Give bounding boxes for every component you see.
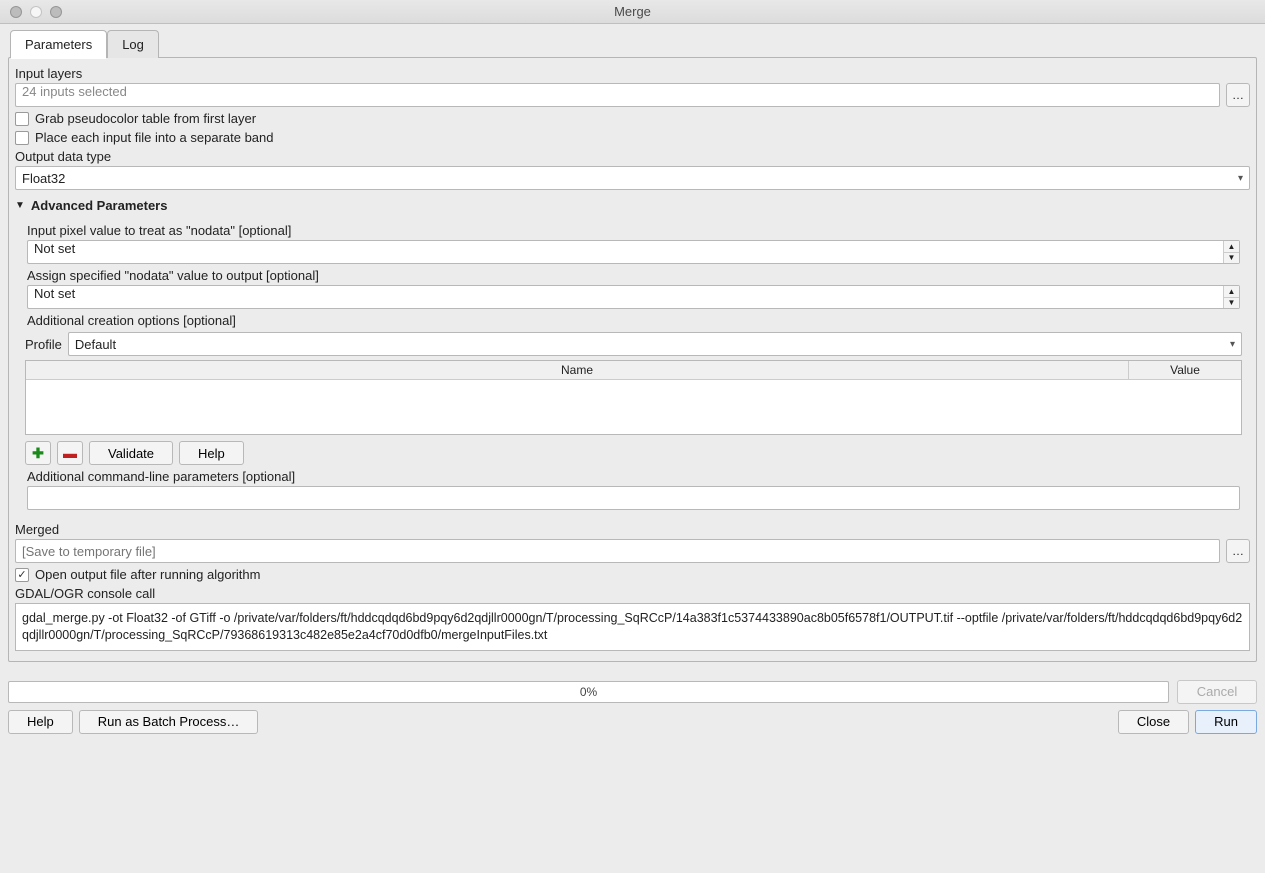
- input-layers-label: Input layers: [15, 66, 1250, 81]
- output-data-type-label: Output data type: [15, 149, 1250, 164]
- advanced-parameters-panel: Input pixel value to treat as "nodata" […: [13, 217, 1252, 518]
- chevron-down-icon: ▾: [1238, 173, 1243, 184]
- remove-option-button[interactable]: ▬: [57, 441, 83, 465]
- profile-select[interactable]: Default ▾: [68, 332, 1242, 356]
- cmdline-params-field[interactable]: [27, 486, 1240, 510]
- profile-value: Default: [75, 337, 116, 352]
- grab-pseudocolor-checkbox[interactable]: [15, 112, 29, 126]
- grab-pseudocolor-label: Grab pseudocolor table from first layer: [35, 111, 256, 126]
- open-output-checkbox[interactable]: ✓: [15, 568, 29, 582]
- nodata-out-label: Assign specified "nodata" value to outpu…: [27, 268, 1240, 283]
- progress-text: 0%: [580, 685, 597, 699]
- add-option-button[interactable]: ✚: [25, 441, 51, 465]
- window-title: Merge: [0, 4, 1265, 19]
- merged-label: Merged: [15, 522, 1250, 537]
- tab-parameters[interactable]: Parameters: [10, 30, 107, 58]
- cancel-button: Cancel: [1177, 680, 1257, 704]
- close-button[interactable]: Close: [1118, 710, 1189, 734]
- run-button[interactable]: Run: [1195, 710, 1257, 734]
- advanced-parameters-label: Advanced Parameters: [31, 198, 168, 213]
- creation-options-table: Name Value: [25, 360, 1242, 435]
- tab-bar: Parameters Log: [10, 30, 1257, 58]
- help-button[interactable]: Help: [8, 710, 73, 734]
- plus-icon: ✚: [32, 445, 44, 462]
- help-options-button[interactable]: Help: [179, 441, 244, 465]
- nodata-out-field[interactable]: Not set: [27, 285, 1240, 309]
- input-layers-field[interactable]: 24 inputs selected: [15, 83, 1220, 107]
- cmdline-params-label: Additional command-line parameters [opti…: [27, 469, 1240, 484]
- table-header-name: Name: [26, 361, 1129, 379]
- nodata-in-field[interactable]: Not set: [27, 240, 1240, 264]
- console-call-box[interactable]: gdal_merge.py -ot Float32 -of GTiff -o /…: [15, 603, 1250, 651]
- separate-band-checkbox[interactable]: [15, 131, 29, 145]
- console-call-label: GDAL/OGR console call: [15, 586, 1250, 601]
- nodata-out-step-down[interactable]: ▼: [1223, 298, 1239, 309]
- table-header-value: Value: [1129, 361, 1241, 379]
- tab-log[interactable]: Log: [107, 30, 159, 58]
- titlebar: Merge: [0, 0, 1265, 24]
- separate-band-label: Place each input file into a separate ba…: [35, 130, 274, 145]
- input-layers-browse-button[interactable]: …: [1226, 83, 1250, 107]
- nodata-in-step-down[interactable]: ▼: [1223, 253, 1239, 264]
- nodata-out-step-up[interactable]: ▲: [1223, 286, 1239, 298]
- nodata-in-label: Input pixel value to treat as "nodata" […: [27, 223, 1240, 238]
- open-output-label: Open output file after running algorithm: [35, 567, 260, 582]
- chevron-down-icon: ▾: [1230, 339, 1235, 350]
- parameters-panel: Input layers 24 inputs selected … Grab p…: [8, 57, 1257, 662]
- profile-label: Profile: [25, 337, 62, 352]
- validate-button[interactable]: Validate: [89, 441, 173, 465]
- run-batch-button[interactable]: Run as Batch Process…: [79, 710, 259, 734]
- minus-icon: ▬: [63, 445, 77, 461]
- merged-browse-button[interactable]: …: [1226, 539, 1250, 563]
- output-data-type-select[interactable]: Float32 ▾: [15, 166, 1250, 190]
- advanced-parameters-toggle[interactable]: ▼ Advanced Parameters: [15, 198, 1250, 213]
- creation-options-label: Additional creation options [optional]: [27, 313, 1240, 328]
- triangle-down-icon: ▼: [15, 200, 25, 211]
- nodata-in-step-up[interactable]: ▲: [1223, 241, 1239, 253]
- merged-output-field[interactable]: [15, 539, 1220, 563]
- output-data-type-value: Float32: [22, 171, 65, 186]
- progress-bar: 0%: [8, 681, 1169, 703]
- creation-options-table-body[interactable]: [26, 380, 1241, 434]
